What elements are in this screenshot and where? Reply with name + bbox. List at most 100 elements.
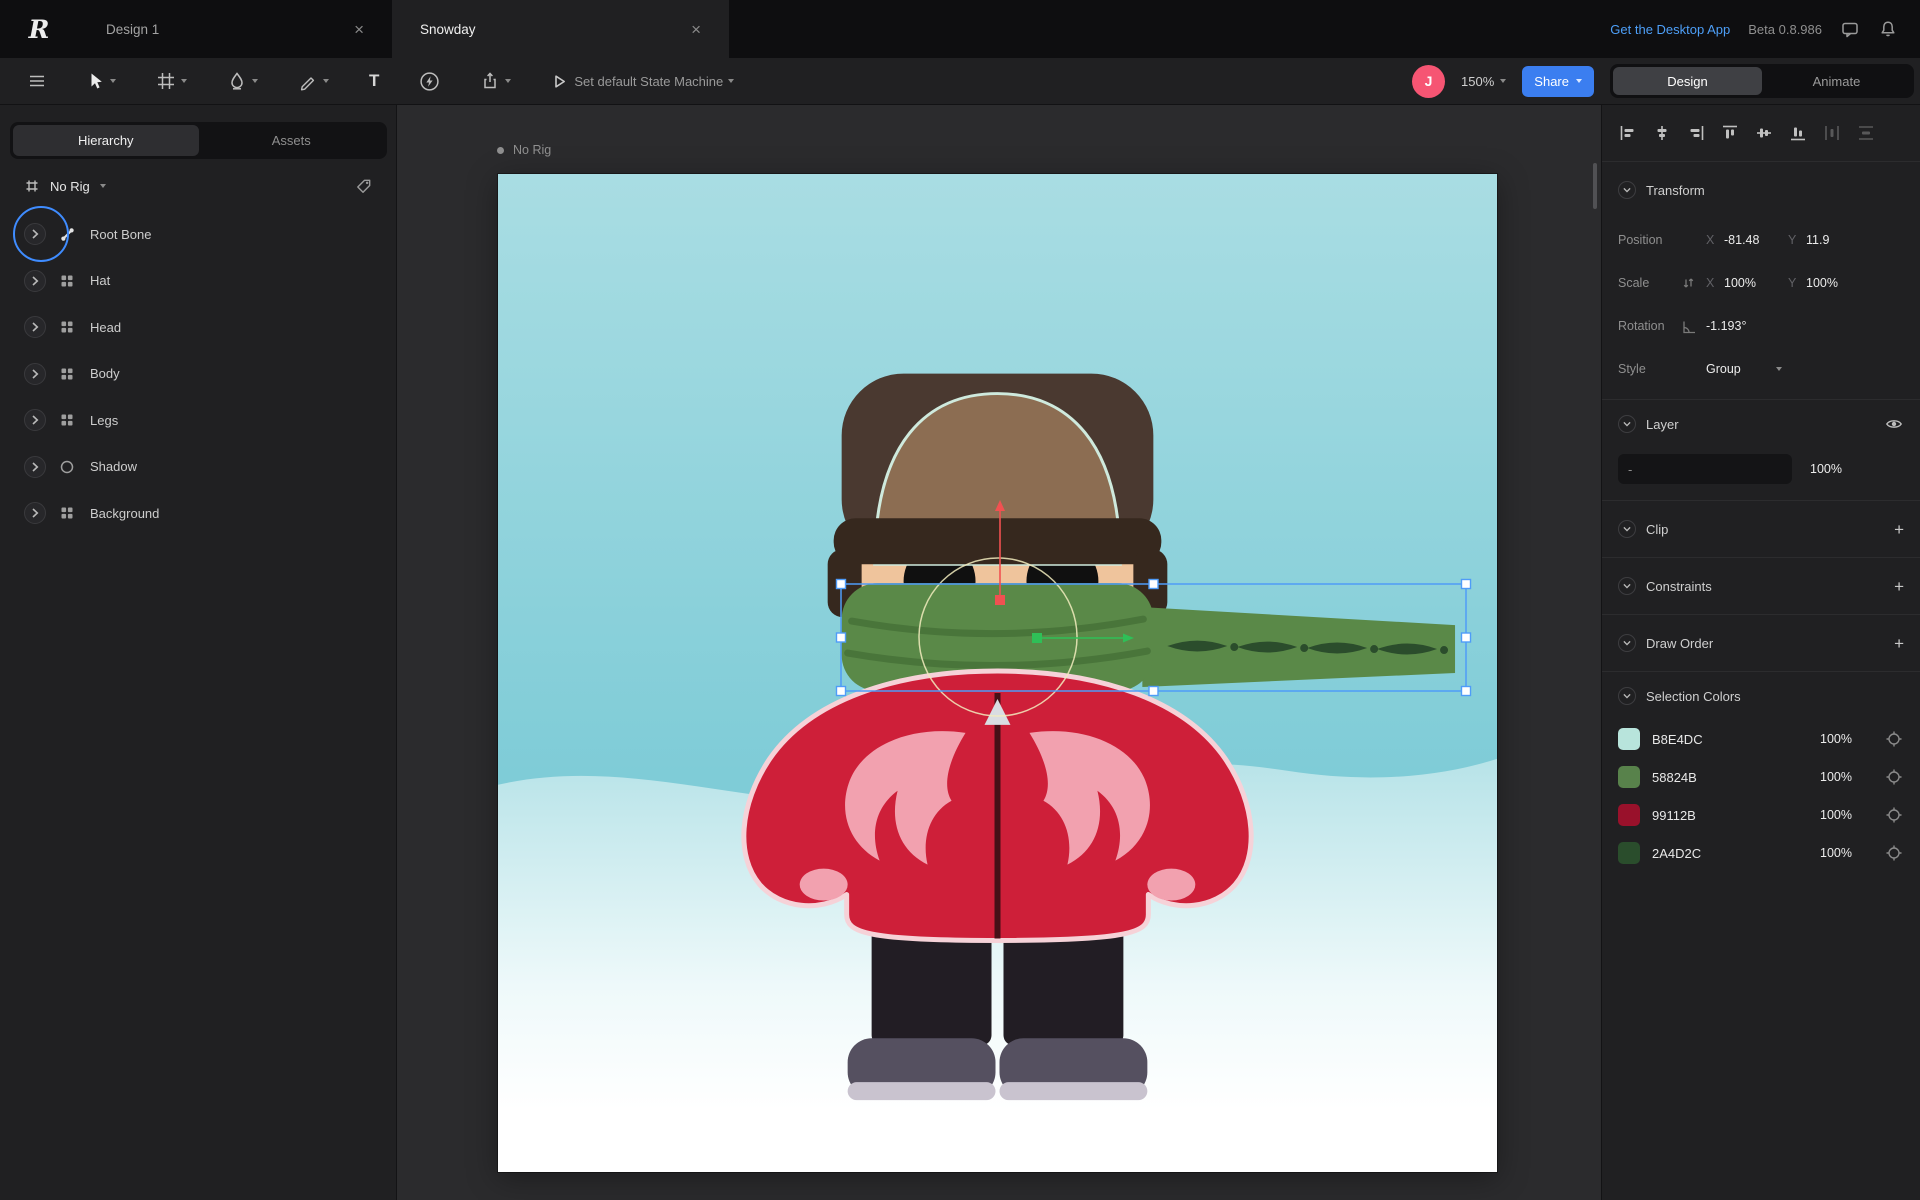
chevron-down-icon[interactable] <box>505 79 511 83</box>
export-button[interactable] <box>473 65 518 97</box>
close-icon[interactable]: × <box>687 19 705 40</box>
chevron-down-icon[interactable] <box>1618 577 1636 595</box>
align-top-icon[interactable] <box>1720 123 1740 143</box>
chevron-down-icon[interactable] <box>1618 687 1636 705</box>
tag-icon[interactable] <box>354 177 373 196</box>
paint-tool-button[interactable] <box>220 65 265 97</box>
expand-button[interactable] <box>24 223 46 245</box>
tree-item-hat[interactable]: Hat <box>0 258 397 305</box>
close-icon[interactable]: × <box>350 19 368 40</box>
select-tool-button[interactable] <box>78 65 123 97</box>
color-target-icon[interactable] <box>1884 767 1904 787</box>
color-opacity-input[interactable]: 100% <box>1820 808 1884 822</box>
scale-x-input[interactable]: 100% <box>1724 276 1788 290</box>
clip-section-header[interactable]: Clip + <box>1602 501 1920 557</box>
bell-icon[interactable] <box>1878 19 1898 39</box>
layer-opacity-input[interactable]: 100% <box>1810 462 1842 476</box>
avatar[interactable]: J <box>1412 65 1445 98</box>
expand-button[interactable] <box>24 502 46 524</box>
color-swatch[interactable] <box>1618 804 1640 826</box>
style-dropdown[interactable]: Group <box>1706 362 1758 376</box>
chevron-down-icon[interactable] <box>1618 520 1636 538</box>
chevron-down-icon[interactable] <box>181 79 187 83</box>
share-button[interactable]: Share <box>1522 66 1594 97</box>
add-draw-order-button[interactable]: + <box>1894 635 1904 652</box>
color-swatch[interactable] <box>1618 842 1640 864</box>
chevron-down-icon[interactable] <box>100 184 106 188</box>
color-hex-value[interactable]: 2A4D2C <box>1652 846 1701 861</box>
chevron-down-icon[interactable] <box>1618 415 1636 433</box>
text-tool-button[interactable]: T <box>362 65 386 97</box>
expand-button[interactable] <box>24 316 46 338</box>
chevron-down-icon[interactable] <box>323 79 329 83</box>
tab-snowday[interactable]: Snowday × <box>392 0 729 58</box>
color-opacity-input[interactable]: 100% <box>1820 846 1884 860</box>
position-y-input[interactable]: 11.9 <box>1806 233 1870 247</box>
tree-item-legs[interactable]: Legs <box>0 397 397 444</box>
canvas[interactable]: No Rig <box>397 105 1601 1200</box>
position-x-input[interactable]: -81.48 <box>1724 233 1788 247</box>
color-target-icon[interactable] <box>1884 805 1904 825</box>
distribute-horizontal-icon[interactable] <box>1822 123 1842 143</box>
tab-hierarchy[interactable]: Hierarchy <box>13 125 199 156</box>
expand-button[interactable] <box>24 456 46 478</box>
layer-section-header[interactable]: Layer <box>1602 400 1920 448</box>
artboard-tool-button[interactable] <box>149 65 194 97</box>
rig-selector-row[interactable]: No Rig <box>0 165 397 207</box>
feedback-icon[interactable] <box>1840 19 1860 39</box>
transform-section-header[interactable]: Transform <box>1602 162 1920 218</box>
color-opacity-input[interactable]: 100% <box>1820 732 1884 746</box>
add-clip-button[interactable]: + <box>1894 521 1904 538</box>
tree-item-body[interactable]: Body <box>0 351 397 398</box>
align-bottom-icon[interactable] <box>1788 123 1808 143</box>
tree-item-shadow[interactable]: Shadow <box>0 444 397 491</box>
zoom-control[interactable]: 150% <box>1461 74 1506 89</box>
color-opacity-input[interactable]: 100% <box>1820 770 1884 784</box>
color-swatch[interactable] <box>1618 766 1640 788</box>
chevron-down-icon[interactable] <box>1500 79 1506 83</box>
color-hex-value[interactable]: 99112B <box>1652 808 1696 823</box>
tree-item-head[interactable]: Head <box>0 304 397 351</box>
mode-animate-button[interactable]: Animate <box>1762 67 1911 95</box>
blend-mode-input[interactable]: - <box>1618 454 1792 484</box>
canvas-rig-badge[interactable]: No Rig <box>497 143 551 157</box>
constraints-section-header[interactable]: Constraints + <box>1602 558 1920 614</box>
get-desktop-app-link[interactable]: Get the Desktop App <box>1610 22 1730 37</box>
chevron-down-icon[interactable] <box>1618 181 1636 199</box>
mode-design-button[interactable]: Design <box>1613 67 1762 95</box>
chevron-down-icon[interactable] <box>728 79 734 83</box>
tree-item-background[interactable]: Background <box>0 490 397 537</box>
distribute-vertical-icon[interactable] <box>1856 123 1876 143</box>
align-center-vertical-icon[interactable] <box>1754 123 1774 143</box>
state-machine-button[interactable]: Set default State Machine <box>542 65 741 97</box>
draw-order-section-header[interactable]: Draw Order + <box>1602 615 1920 671</box>
chevron-down-icon[interactable] <box>252 79 258 83</box>
color-swatch[interactable] <box>1618 728 1640 750</box>
artboard-snowday[interactable] <box>498 174 1497 1172</box>
color-target-icon[interactable] <box>1884 729 1904 749</box>
expand-button[interactable] <box>24 409 46 431</box>
link-scale-icon[interactable] <box>1680 275 1696 291</box>
chevron-down-icon[interactable] <box>1776 367 1782 371</box>
align-right-icon[interactable] <box>1686 123 1706 143</box>
align-left-icon[interactable] <box>1618 123 1638 143</box>
selection-colors-section-header[interactable]: Selection Colors <box>1602 672 1920 720</box>
color-target-icon[interactable] <box>1884 843 1904 863</box>
tab-assets[interactable]: Assets <box>199 125 385 156</box>
rotation-input[interactable]: -1.193° <box>1706 319 1770 333</box>
color-hex-value[interactable]: B8E4DC <box>1652 732 1703 747</box>
events-tool-button[interactable] <box>412 65 447 98</box>
add-constraint-button[interactable]: + <box>1894 578 1904 595</box>
expand-button[interactable] <box>24 270 46 292</box>
color-hex-value[interactable]: 58824B <box>1652 770 1697 785</box>
expand-button[interactable] <box>24 363 46 385</box>
layer-visibility-button[interactable] <box>1884 414 1904 434</box>
menu-button[interactable] <box>20 65 54 97</box>
pen-tool-button[interactable] <box>291 65 336 97</box>
align-center-horizontal-icon[interactable] <box>1652 123 1672 143</box>
chevron-down-icon[interactable] <box>1618 634 1636 652</box>
chevron-down-icon[interactable] <box>110 79 116 83</box>
rive-logo[interactable]: R <box>0 0 78 58</box>
scale-y-input[interactable]: 100% <box>1806 276 1870 290</box>
canvas-scrollbar-thumb[interactable] <box>1593 163 1597 209</box>
